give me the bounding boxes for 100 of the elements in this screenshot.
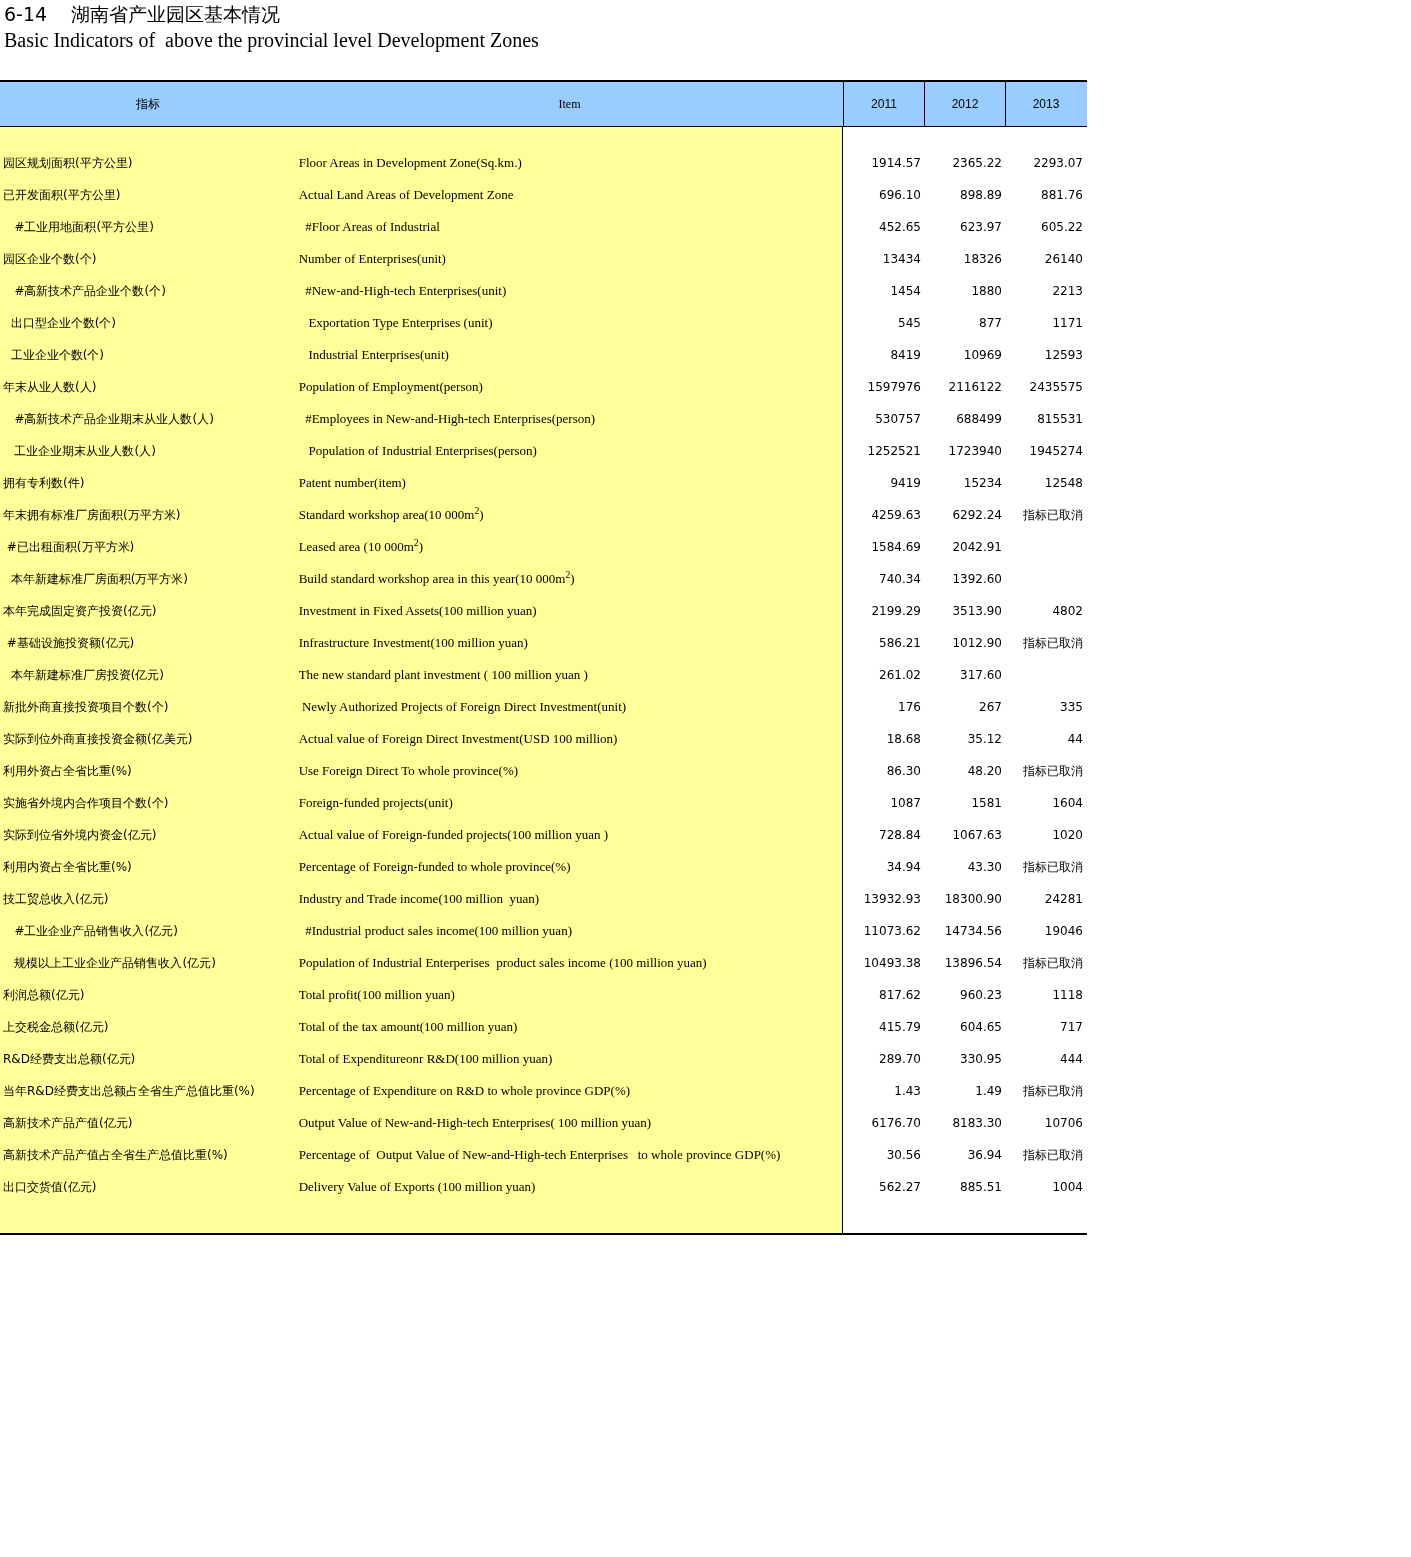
item-label: #New-and-High-tech Enterprises(unit) (304, 283, 507, 299)
value-cell: 1597976 (867, 380, 921, 395)
item-label: Number of Enterprises(unit) (298, 251, 446, 267)
value-cell: 1581 (971, 796, 1002, 811)
indicator-label: 本年完成固定资产投资(亿元) (3, 604, 157, 618)
value-cell: 24281 (1044, 892, 1083, 907)
indicator-label: 工业企业期末从业人数(人) (13, 444, 156, 458)
item-label: Build standard workshop area in this year(10 000m$^{2}$) (298, 571, 575, 587)
item-label: Total profit(100 million yuan) (298, 987, 455, 1003)
indicator-label: 实施省外境内合作项目个数(个) (3, 796, 169, 810)
indicator-label: 实际到位省外境内资金(亿元) (3, 828, 157, 842)
item-label: Delivery Value of Exports (100 million yuan) (298, 1179, 536, 1195)
value-cell: 1087 (890, 796, 921, 811)
item-label: Standard workshop area(10 000m$^{2}$) (298, 507, 484, 523)
value-cell: 740.34 (879, 572, 921, 587)
value-cell: 指标已取消 (1023, 764, 1083, 779)
indicator-label: #已出租面积(万平方米) (5, 540, 135, 554)
value-cell: 1012.90 (952, 636, 1002, 651)
indicator-label: #高新技术产品企业个数(个) (13, 284, 166, 298)
indicator-label: 实际到位外商直接投资金额(亿美元) (3, 732, 193, 746)
value-cell: 1118 (1052, 988, 1083, 1003)
value-cell: 2213 (1052, 284, 1083, 299)
value-cell: 2116122 (948, 380, 1002, 395)
value-cell: 530757 (875, 412, 921, 427)
value-cell: 2435575 (1029, 380, 1083, 395)
item-label: #Employees in New-and-High-tech Enterprises(person) (304, 411, 596, 427)
value-cell: 18.68 (886, 732, 921, 747)
item-label: Actual value of Foreign Direct Investment(USD 100 million) (298, 731, 618, 747)
item-label: Percentage of Output Value of New-and-High-tech Enterprises to whole province GDP(%) (298, 1147, 781, 1163)
item-label: Use Foreign Direct To whole province(%) (298, 763, 519, 779)
value-cell: 12593 (1044, 348, 1083, 363)
indicator-label: 拥有专利数(件) (3, 476, 85, 490)
column-header: 指标 (135, 96, 161, 113)
column-header: 2011 (843, 82, 924, 126)
indicator-label: 上交税金总额(亿元) (3, 1020, 109, 1034)
value-cell: 4802 (1052, 604, 1083, 619)
value-cell: 指标已取消 (1023, 1084, 1083, 1099)
value-cell: 717 (1060, 1020, 1083, 1035)
value-cell: 18300.90 (944, 892, 1002, 907)
item-label: Total of Expenditureonr R&D(100 million yuan) (298, 1051, 553, 1067)
indicator-label: 年末拥有标准厂房面积(万平方米) (3, 508, 181, 522)
value-cell: 3513.90 (952, 604, 1002, 619)
value-cell: 1454 (890, 284, 921, 299)
indicator-label: 本年新建标准厂房面积(万平方米) (9, 572, 188, 586)
value-cell: 1252521 (867, 444, 921, 459)
value-cell: 545 (898, 316, 921, 331)
value-cell: 8419 (890, 348, 921, 363)
value-cell: 728.84 (879, 828, 921, 843)
value-cell: 指标已取消 (1023, 1148, 1083, 1163)
table-number-title: 6-14 湖南省产业园区基本情况 (3, 2, 282, 26)
indicator-label: 规模以上工业企业产品销售收入(亿元) (13, 956, 216, 970)
value-cell: 1171 (1052, 316, 1083, 331)
value-cell: 2365.22 (952, 156, 1002, 171)
indicator-label: 工业企业个数(个) (9, 348, 104, 362)
value-cell: 1004 (1052, 1180, 1083, 1195)
item-label: #Industrial product sales income(100 million yuan) (304, 923, 572, 939)
indicator-label: 利用内资占全省比重(%) (3, 860, 132, 874)
value-cell: 10706 (1044, 1116, 1083, 1131)
value-cell: 452.65 (879, 220, 921, 235)
value-cell: 330.95 (960, 1052, 1002, 1067)
indicator-label: 利用外资占全省比重(%) (3, 764, 132, 778)
item-label: Percentage of Expenditure on R&D to whole province GDP(%) (298, 1083, 631, 1099)
value-cell: 9419 (890, 476, 921, 491)
item-label: Floor Areas in Development Zone(Sq.km.) (298, 155, 522, 171)
value-cell: 2199.29 (871, 604, 921, 619)
value-cell: 26140 (1044, 252, 1083, 267)
value-cell: 696.10 (879, 188, 921, 203)
value-cell: 898.89 (960, 188, 1002, 203)
value-cell: 19046 (1044, 924, 1083, 939)
value-cell: 586.21 (879, 636, 921, 651)
item-label: Infrastructure Investment(100 million yuan) (298, 635, 528, 651)
indicator-label: 已开发面积(平方公里) (3, 188, 121, 202)
item-label: Population of Employment(person) (298, 379, 483, 395)
item-label: #Floor Areas of Industrial (304, 219, 440, 235)
value-cell: 指标已取消 (1023, 508, 1083, 523)
value-cell: 1604 (1052, 796, 1083, 811)
value-cell: 11073.62 (863, 924, 921, 939)
indicator-label: 技工贸总收入(亿元) (3, 892, 109, 906)
value-cell: 13434 (882, 252, 921, 267)
value-cell: 1.49 (975, 1084, 1002, 1099)
value-cell: 335 (1060, 700, 1083, 715)
indicator-label: 高新技术产品产值(亿元) (3, 1116, 133, 1130)
value-cell: 881.76 (1041, 188, 1083, 203)
value-cell: 267 (979, 700, 1002, 715)
indicator-label: #工业用地面积(平方公里) (13, 220, 154, 234)
value-cell: 1584.69 (871, 540, 921, 555)
item-label: Actual value of Foreign-funded projects(100 million yuan ) (298, 827, 609, 843)
value-cell: 2293.07 (1033, 156, 1083, 171)
value-cell: 13896.54 (944, 956, 1002, 971)
value-cell: 6176.70 (871, 1116, 921, 1131)
value-cell: 1.43 (894, 1084, 921, 1099)
value-cell: 877 (979, 316, 1002, 331)
indicator-label: 园区企业个数(个) (3, 252, 97, 266)
value-cell: 960.23 (960, 988, 1002, 1003)
value-cell: 885.51 (960, 1180, 1002, 1195)
item-label: Actual Land Areas of Development Zone (298, 187, 514, 203)
column-header: 2012 (924, 82, 1005, 126)
value-cell: 15234 (963, 476, 1002, 491)
value-cell: 30.56 (886, 1148, 921, 1163)
value-cell: 562.27 (879, 1180, 921, 1195)
